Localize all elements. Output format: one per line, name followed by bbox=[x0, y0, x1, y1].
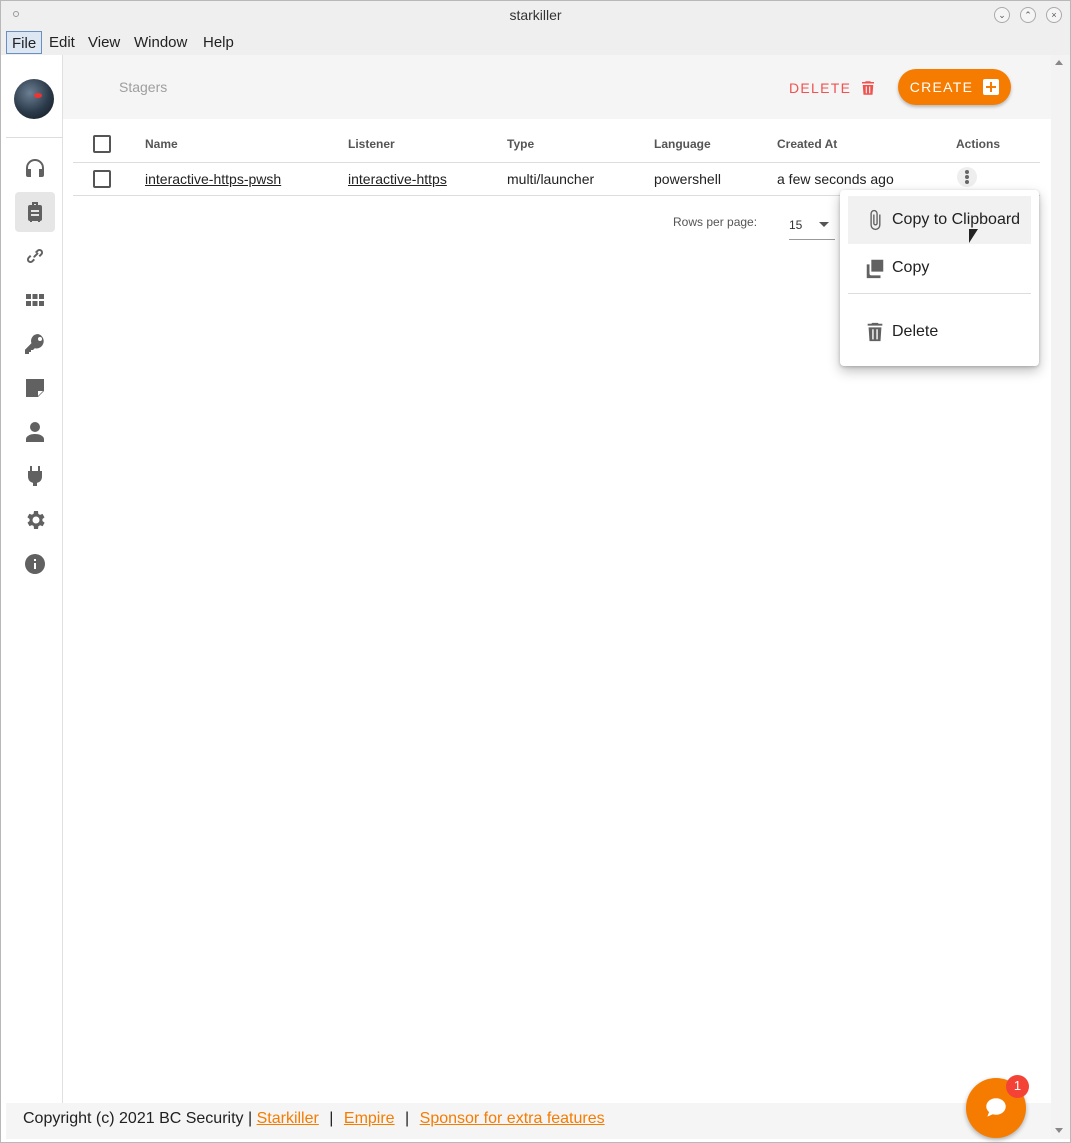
sidebar bbox=[6, 55, 63, 1103]
menu-file[interactable]: File bbox=[6, 31, 43, 54]
plus-box-icon bbox=[983, 79, 1000, 95]
create-button[interactable]: CREATE bbox=[898, 69, 1011, 105]
scroll-up-icon[interactable] bbox=[1055, 60, 1063, 65]
more-vert-icon[interactable] bbox=[957, 167, 977, 187]
menu-view[interactable]: View bbox=[83, 31, 125, 54]
footer-separator: | bbox=[405, 1110, 410, 1127]
sidebar-item-modules[interactable] bbox=[15, 280, 55, 320]
empire-link[interactable]: Empire bbox=[344, 1110, 395, 1127]
menu-divider bbox=[848, 293, 1031, 294]
sidebar-item-listeners[interactable] bbox=[15, 148, 55, 188]
page-toolbar: Stagers DELETE CREATE bbox=[63, 55, 1051, 119]
table-header-row: Name Listener Type Language Created At A… bbox=[73, 127, 1040, 163]
delete-button[interactable]: DELETE bbox=[789, 71, 877, 105]
gear-icon bbox=[27, 511, 45, 529]
rows-per-page-label: Rows per page: bbox=[673, 215, 758, 229]
headphones-icon bbox=[26, 159, 44, 177]
sidebar-item-credentials[interactable] bbox=[15, 324, 55, 364]
delete-button-label: DELETE bbox=[789, 80, 852, 96]
cell-language: powershell bbox=[654, 162, 777, 196]
trash-icon bbox=[867, 322, 883, 342]
copy-icon bbox=[866, 259, 884, 279]
sponsor-link[interactable]: Sponsor for extra features bbox=[420, 1110, 605, 1127]
sidebar-item-users[interactable] bbox=[15, 412, 55, 452]
menu-help[interactable]: Help bbox=[198, 31, 239, 54]
listener-link[interactable]: interactive-https bbox=[348, 171, 447, 187]
trash-icon bbox=[862, 81, 875, 95]
plug-icon bbox=[28, 466, 42, 486]
copy-to-clipboard-item[interactable]: Copy to Clipboard bbox=[848, 196, 1031, 244]
rows-per-page-select[interactable]: 15 bbox=[789, 214, 835, 240]
paperclip-icon bbox=[870, 209, 881, 231]
select-all-checkbox[interactable] bbox=[93, 135, 111, 154]
header-type[interactable]: Type bbox=[507, 127, 654, 163]
menu-bar: File Edit View Window Help bbox=[1, 30, 1070, 55]
chevron-down-icon bbox=[819, 222, 829, 227]
create-button-label: CREATE bbox=[909, 79, 974, 95]
sidebar-item-agents[interactable] bbox=[15, 236, 55, 276]
header-language[interactable]: Language bbox=[654, 127, 777, 163]
actions-context-menu: Copy to Clipboard Copy Delete bbox=[840, 190, 1039, 366]
title-bar: starkiller ⌄ ⌃ × bbox=[1, 1, 1070, 30]
maximize-icon[interactable]: ⌃ bbox=[1020, 7, 1036, 23]
delete-item[interactable]: Delete bbox=[848, 308, 1031, 356]
grid-icon bbox=[26, 294, 44, 306]
header-actions: Actions bbox=[956, 127, 1040, 163]
delete-label: Delete bbox=[892, 323, 939, 340]
note-icon bbox=[26, 379, 44, 397]
scroll-down-icon[interactable] bbox=[1055, 1128, 1063, 1133]
footer: Copyright (c) 2021 BC Security | Starkil… bbox=[6, 1103, 1051, 1139]
menu-window[interactable]: Window bbox=[129, 31, 192, 54]
cell-type: multi/launcher bbox=[507, 162, 654, 196]
sidebar-item-stagers[interactable] bbox=[15, 192, 55, 232]
row-checkbox[interactable] bbox=[93, 169, 111, 188]
sidebar-divider bbox=[6, 137, 62, 138]
copy-item[interactable]: Copy bbox=[848, 244, 1031, 292]
menu-edit[interactable]: Edit bbox=[44, 31, 80, 54]
avatar[interactable] bbox=[14, 79, 54, 119]
link-icon bbox=[26, 248, 44, 264]
header-created-at[interactable]: Created At bbox=[777, 127, 956, 163]
close-icon[interactable]: × bbox=[1046, 7, 1062, 23]
sidebar-item-about[interactable] bbox=[15, 544, 55, 584]
user-icon bbox=[26, 422, 44, 442]
header-listener[interactable]: Listener bbox=[348, 127, 507, 163]
minimize-icon[interactable]: ⌄ bbox=[994, 7, 1010, 23]
copy-to-clipboard-label: Copy to Clipboard bbox=[892, 211, 1021, 228]
window-title: starkiller bbox=[509, 7, 562, 23]
info-icon bbox=[25, 554, 45, 574]
rows-per-page-value: 15 bbox=[789, 218, 803, 232]
sidebar-item-plugins[interactable] bbox=[15, 456, 55, 496]
notification-badge: 1 bbox=[1006, 1075, 1029, 1098]
copy-label: Copy bbox=[892, 259, 930, 276]
copyright-text: Copyright (c) 2021 BC Security | bbox=[23, 1110, 253, 1127]
vertical-scrollbar[interactable] bbox=[1051, 55, 1070, 1139]
app-window: starkiller ⌄ ⌃ × File Edit View Window H… bbox=[0, 0, 1071, 1143]
footer-separator: | bbox=[329, 1110, 334, 1127]
sidebar-item-settings[interactable] bbox=[15, 500, 55, 540]
stager-name-link[interactable]: interactive-https-pwsh bbox=[145, 171, 281, 187]
page-title: Stagers bbox=[119, 79, 168, 95]
sidebar-item-reporting[interactable] bbox=[15, 368, 55, 408]
starkiller-link[interactable]: Starkiller bbox=[257, 1110, 319, 1127]
header-name[interactable]: Name bbox=[145, 127, 348, 163]
key-icon bbox=[25, 334, 44, 354]
chat-bubble-icon bbox=[986, 1098, 1006, 1117]
stagers-table: Name Listener Type Language Created At A… bbox=[73, 127, 1040, 196]
suitcase-icon bbox=[28, 202, 42, 222]
